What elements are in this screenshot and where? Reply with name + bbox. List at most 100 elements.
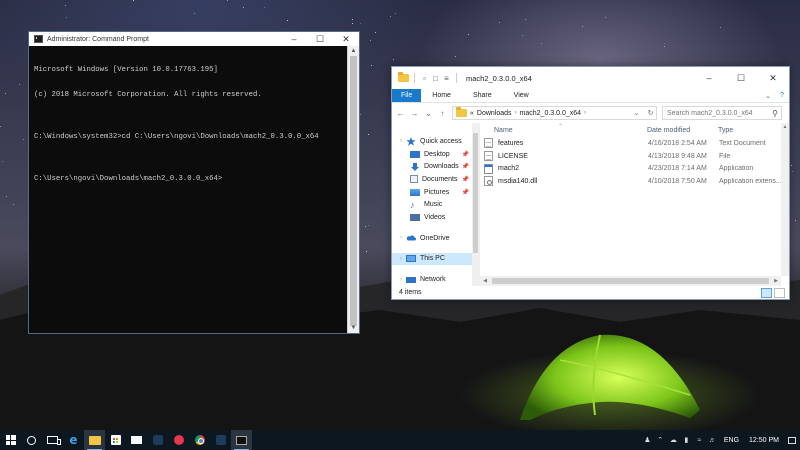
scroll-left-icon[interactable]: ◀ xyxy=(480,278,490,284)
nav-item-this-pc[interactable]: › This PC xyxy=(392,252,479,266)
scroll-up-icon[interactable]: ▲ xyxy=(348,46,359,56)
scrollbar-thumb[interactable] xyxy=(350,56,357,326)
column-date-modified[interactable]: Date modified xyxy=(647,127,718,134)
explorer-titlebar[interactable]: ▫ □ ≡ mach2_0.3.0.0_x64 – ☐ ✕ xyxy=(392,67,789,89)
tab-view[interactable]: View xyxy=(503,89,540,102)
file-list-vscrollbar[interactable]: ▲ xyxy=(781,123,789,276)
scroll-down-icon[interactable]: ▼ xyxy=(348,323,359,333)
task-view-button[interactable] xyxy=(42,430,63,450)
taskbar: e ♟ ⌃ ☁ ▮ ≈ ♬ ENG 12:50 PM xyxy=(0,430,800,450)
file-list[interactable]: ⌃ Name Date modified Type features 4/16/… xyxy=(480,123,789,286)
close-button[interactable]: ✕ xyxy=(757,67,789,89)
taskbar-photoshop[interactable] xyxy=(147,430,168,450)
scroll-right-icon[interactable]: ▶ xyxy=(771,278,781,284)
close-button[interactable]: ✕ xyxy=(333,32,359,46)
taskbar-store[interactable] xyxy=(105,430,126,450)
command-prompt-window[interactable]: Administrator: Command Prompt – ☐ ✕ Micr… xyxy=(28,31,360,334)
cmd-scrollbar[interactable]: ▲ ▼ xyxy=(347,46,359,333)
properties-icon[interactable]: ▫ xyxy=(420,74,429,83)
volume-icon[interactable]: ♬ xyxy=(706,437,719,444)
taskbar-edge[interactable]: e xyxy=(63,430,84,450)
tab-share[interactable]: Share xyxy=(462,89,503,102)
minimize-button[interactable]: – xyxy=(281,32,307,46)
scrollbar-thumb[interactable] xyxy=(473,133,478,253)
file-list-hscrollbar[interactable]: ◀ ▶ xyxy=(480,276,781,286)
back-arrow-icon[interactable]: ← xyxy=(396,109,405,118)
taskbar-photoshop-2[interactable] xyxy=(210,430,231,450)
file-type: Application xyxy=(719,165,754,173)
scrollbar-thumb[interactable] xyxy=(492,278,769,284)
star xyxy=(390,16,391,17)
clock[interactable]: 12:50 PM xyxy=(744,437,784,444)
new-folder-icon[interactable]: □ xyxy=(431,74,440,83)
start-button[interactable] xyxy=(0,430,21,450)
column-type[interactable]: Type xyxy=(718,127,789,134)
breadcrumb-current[interactable]: mach2_0.3.0.0_x64 xyxy=(520,110,582,117)
star xyxy=(522,35,523,36)
taskbar-file-explorer[interactable] xyxy=(84,430,105,450)
star xyxy=(720,27,721,28)
cloud-icon[interactable]: ☁ xyxy=(667,436,680,444)
nav-item-onedrive[interactable]: › OneDrive xyxy=(392,232,479,245)
file-row[interactable]: msdia140.dll 4/10/2018 7:50 AM Applicati… xyxy=(480,175,789,188)
minimize-button[interactable]: – xyxy=(693,67,725,89)
star xyxy=(791,165,792,166)
file-row[interactable]: features 4/16/2018 2:54 AM Text Document xyxy=(480,137,789,150)
tab-home[interactable]: Home xyxy=(421,89,462,102)
console-output[interactable]: Microsoft Windows [Version 10.0.17763.19… xyxy=(29,46,347,333)
nav-item-pictures[interactable]: Pictures 📌 xyxy=(392,186,479,199)
taskbar-command-prompt[interactable] xyxy=(231,430,252,450)
star xyxy=(360,23,361,24)
address-bar[interactable]: « Downloads › mach2_0.3.0.0_x64 › ⌄ ↻ xyxy=(452,106,657,120)
star xyxy=(582,26,583,27)
star xyxy=(66,17,67,18)
sort-caret-icon: ⌃ xyxy=(558,124,564,130)
nav-scrollbar[interactable] xyxy=(472,123,479,286)
large-icons-view-icon[interactable] xyxy=(774,287,785,298)
action-center-button[interactable] xyxy=(784,436,800,444)
refresh-icon[interactable]: ↻ xyxy=(645,109,656,117)
nav-item-documents[interactable]: Documents 📌 xyxy=(392,173,479,186)
nav-item-music[interactable]: ♪ Music xyxy=(392,198,479,211)
app-icon xyxy=(173,435,184,445)
taskbar-chrome[interactable] xyxy=(189,430,210,450)
nav-item-videos[interactable]: Videos xyxy=(392,211,479,224)
wifi-icon[interactable]: ≈ xyxy=(693,437,706,444)
details-view-icon[interactable] xyxy=(761,287,772,298)
expand-ribbon-icon[interactable]: ⌄ xyxy=(761,89,775,102)
file-row[interactable]: LICENSE 4/13/2018 9:48 AM File xyxy=(480,150,789,163)
scroll-up-icon[interactable]: ▲ xyxy=(781,123,789,132)
cortana-button[interactable] xyxy=(21,430,42,450)
tab-file[interactable]: File xyxy=(392,89,422,102)
nav-item-network[interactable]: › Network xyxy=(392,273,479,286)
column-name[interactable]: Name xyxy=(494,127,647,134)
search-input[interactable] xyxy=(667,109,769,117)
file-row[interactable]: mach2 4/23/2018 7:14 AM Application xyxy=(480,162,789,175)
chevron-up-icon[interactable]: ⌃ xyxy=(654,436,667,444)
search-box[interactable]: ⚲ xyxy=(662,106,782,120)
star xyxy=(468,34,469,35)
people-icon[interactable]: ♟ xyxy=(641,436,654,444)
maximize-button[interactable]: ☐ xyxy=(307,32,333,46)
forward-arrow-icon[interactable]: → xyxy=(410,109,419,118)
help-icon[interactable]: ? xyxy=(775,89,789,102)
taskbar-app[interactable] xyxy=(168,430,189,450)
cmd-titlebar[interactable]: Administrator: Command Prompt – ☐ ✕ xyxy=(29,32,359,46)
chevron-down-icon[interactable]: ⌄ xyxy=(631,109,642,117)
nav-item-downloads[interactable]: Downloads 📌 xyxy=(392,160,479,173)
recent-locations-icon[interactable]: ⌄ xyxy=(424,109,433,118)
file-explorer-window[interactable]: ▫ □ ≡ mach2_0.3.0.0_x64 – ☐ ✕ File Home … xyxy=(391,66,790,300)
customize-dropdown-icon[interactable]: ≡ xyxy=(442,74,451,83)
breadcrumb-downloads[interactable]: Downloads xyxy=(477,110,512,117)
taskbar-mail[interactable] xyxy=(126,430,147,450)
maximize-button[interactable]: ☐ xyxy=(725,67,757,89)
breadcrumb-overflow[interactable]: « xyxy=(470,110,474,117)
chevron-right-icon[interactable]: › xyxy=(584,110,586,116)
nav-item-desktop[interactable]: Desktop 📌 xyxy=(392,148,479,161)
chevron-right-icon[interactable]: › xyxy=(515,110,517,116)
nav-item-quick-access[interactable]: › Quick access xyxy=(392,135,479,148)
battery-icon[interactable]: ▮ xyxy=(680,436,693,444)
file-explorer-icon xyxy=(88,435,101,445)
up-arrow-icon[interactable]: ↑ xyxy=(438,109,447,118)
language-indicator[interactable]: ENG xyxy=(719,437,744,444)
